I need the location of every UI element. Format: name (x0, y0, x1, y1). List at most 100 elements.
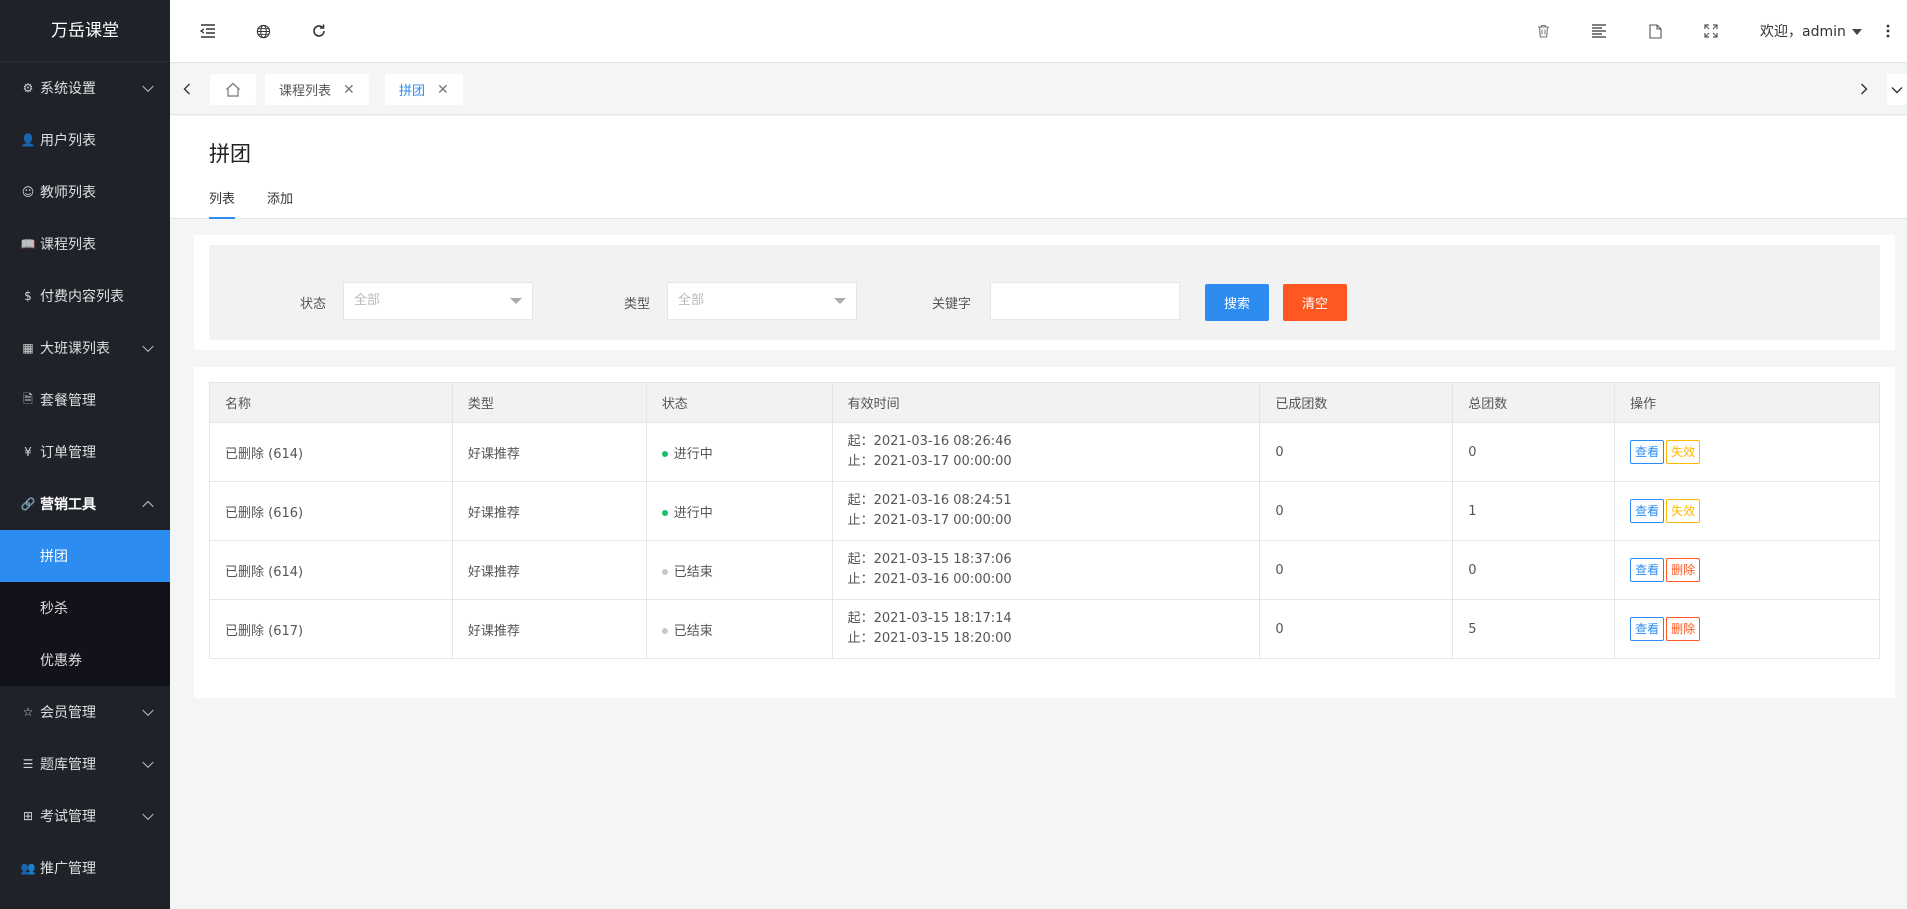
cell-actions: 查看 删除 (1614, 599, 1880, 659)
chevron-down-icon (142, 80, 154, 93)
cell-actions: 查看 删除 (1614, 540, 1880, 600)
clear-button[interactable]: 清空 (1283, 284, 1347, 321)
tab-dropdown-button[interactable] (1887, 74, 1907, 105)
start-time: 起：2021-03-16 08:24:51 (847, 493, 1012, 508)
view-button[interactable]: 查看 (1630, 440, 1665, 464)
cell-name: 已删除 (614) (209, 422, 453, 482)
globe-icon[interactable] (252, 20, 274, 42)
cell-total-count: 0 (1452, 422, 1616, 482)
keyword-input[interactable] (990, 282, 1180, 320)
column-header: 名称 (209, 382, 453, 423)
sidebar-subitem[interactable]: 秒杀 (0, 582, 170, 634)
sidebar-item-teacher[interactable]: ☺ 教师列表 (0, 166, 170, 218)
close-icon[interactable]: ✕ (437, 82, 449, 98)
subtab-list[interactable]: 列表 (209, 188, 236, 219)
filter-form: 状态 全部 类型 全部 关键字 搜索 清空 (209, 245, 1880, 340)
table-row: 已删除 (617) 好课推荐 已结束 起：2021-03-15 18:17:14 止：2… (209, 599, 1880, 659)
book-icon: 📖 (20, 237, 36, 251)
view-button[interactable]: 查看 (1630, 617, 1665, 641)
sidebar-item-book[interactable]: 📖 课程列表 (0, 218, 170, 270)
status-dot-icon (661, 510, 668, 516)
sidebar-item-user[interactable]: 👤 用户列表 (0, 114, 170, 166)
sidebar-item-link[interactable]: 🔗 营销工具 (0, 478, 170, 530)
column-header: 类型 (451, 382, 647, 423)
sidebar-subitem[interactable]: 拼团 (0, 530, 170, 582)
invalidate-button[interactable]: 失效 (1666, 440, 1701, 464)
user-icon: 👤 (20, 133, 36, 147)
table-row: 已删除 (614) 好课推荐 已结束 起：2021-03-15 18:37:06 止：2… (209, 540, 1880, 600)
teacher-icon: ☺ (21, 185, 35, 199)
tab-group-buy[interactable]: 拼团 ✕ (385, 74, 463, 105)
text-align-icon[interactable] (1588, 20, 1610, 42)
user-menu[interactable]: 欢迎，admin (1760, 21, 1862, 41)
tab-scroll-left-icon[interactable] (177, 79, 197, 99)
chevron-down-icon (142, 756, 154, 769)
more-icon[interactable] (1877, 20, 1899, 42)
delete-button[interactable]: 删除 (1666, 558, 1701, 582)
tab-scroll-right-icon[interactable] (1854, 79, 1874, 99)
chevron-down-icon (142, 808, 154, 821)
sidebar-item-yen[interactable]: ¥ 订单管理 (0, 426, 170, 478)
table-row: 已删除 (614) 好课推荐 进行中 起：2021-03-16 08:26:46 止：2… (209, 422, 1880, 482)
welcome-text: 欢迎，admin (1760, 24, 1846, 40)
sidebar-item-users[interactable]: 👥 推广管理 (0, 842, 170, 894)
tab-label: 课程列表 (279, 84, 332, 99)
sidebar-subitem[interactable]: 优惠券 (0, 634, 170, 686)
cell-status: 已结束 (645, 599, 833, 659)
sidebar-item-label: 付费内容列表 (40, 289, 124, 305)
start-time: 起：2021-03-16 08:26:46 (847, 434, 1012, 449)
refresh-icon[interactable] (308, 20, 330, 42)
caret-down-icon (834, 298, 846, 304)
start-time: 起：2021-03-15 18:37:06 (847, 552, 1012, 567)
cell-formed-count: 0 (1259, 599, 1454, 659)
view-button[interactable]: 查看 (1630, 499, 1665, 523)
table-panel: 名称 类型 状态 有效时间 已成团数 总团数 操作 已删除 (614) 好课推荐进… (194, 367, 1895, 698)
sidebar-submenu: 拼团 秒杀 优惠券 (0, 530, 170, 686)
close-icon[interactable]: ✕ (343, 82, 355, 98)
star-icon: ☆ (22, 705, 34, 719)
sidebar-item-gear[interactable]: ⚙ 系统设置 (0, 62, 170, 114)
status-label: 状态 (300, 297, 327, 312)
view-button[interactable]: 查看 (1630, 558, 1665, 582)
end-time: 止：2021-03-15 18:20:00 (847, 631, 1012, 646)
subtab-add[interactable]: 添加 (267, 188, 293, 217)
sidebar-item-star[interactable]: ☆ 会员管理 (0, 686, 170, 738)
menu-collapse-icon[interactable] (197, 20, 219, 42)
cell-valid-time: 起：2021-03-15 18:17:14 止：2021-03-15 18:20:… (831, 599, 1261, 659)
sidebar-item-list[interactable]: ☰ 题库管理 (0, 738, 170, 790)
page-header: 拼团 列表 添加 (170, 116, 1907, 219)
column-header: 已成团数 (1259, 382, 1454, 423)
file-icon[interactable] (1644, 20, 1666, 42)
sidebar-item-dollar[interactable]: $ 付费内容列表 (0, 270, 170, 322)
type-label: 类型 (624, 297, 651, 312)
status-select-value: 全部 (354, 293, 381, 308)
search-button[interactable]: 搜索 (1205, 284, 1269, 321)
sidebar-item-document[interactable]: 🗎 套餐管理 (0, 374, 170, 426)
cell-formed-count: 0 (1259, 540, 1454, 600)
invalidate-button[interactable]: 失效 (1666, 499, 1701, 523)
cell-type: 好课推荐 (451, 422, 647, 482)
cell-valid-time: 起：2021-03-15 18:37:06 止：2021-03-16 00:00:… (831, 540, 1261, 600)
sidebar-item-apps[interactable]: ⊞ 考试管理 (0, 790, 170, 842)
tab-home[interactable] (210, 74, 256, 105)
cell-type: 好课推荐 (451, 481, 647, 541)
sidebar-item-label: 订单管理 (40, 445, 96, 461)
fullscreen-icon[interactable] (1700, 20, 1722, 42)
sidebar-item-grid[interactable]: ▦ 大班课列表 (0, 322, 170, 374)
home-icon (226, 82, 240, 97)
table-header-row: 名称 类型 状态 有效时间 已成团数 总团数 操作 (209, 382, 1880, 423)
cell-name: 已删除 (614) (209, 540, 453, 600)
trash-icon[interactable] (1532, 20, 1554, 42)
sidebar-item-label: 用户列表 (40, 133, 96, 149)
sidebar-item-label: 会员管理 (40, 705, 96, 721)
status-select[interactable]: 全部 (343, 282, 533, 320)
status-dot-icon (661, 451, 668, 457)
delete-button[interactable]: 删除 (1666, 617, 1701, 641)
cell-status: 进行中 (645, 481, 833, 541)
cell-valid-time: 起：2021-03-16 08:24:51 止：2021-03-17 00:00:… (831, 481, 1261, 541)
start-time: 起：2021-03-15 18:17:14 (847, 611, 1012, 626)
status-text: 已结束 (673, 564, 713, 580)
tab-course-list[interactable]: 课程列表 ✕ (265, 74, 369, 105)
cell-type: 好课推荐 (451, 540, 647, 600)
type-select[interactable]: 全部 (667, 282, 857, 320)
